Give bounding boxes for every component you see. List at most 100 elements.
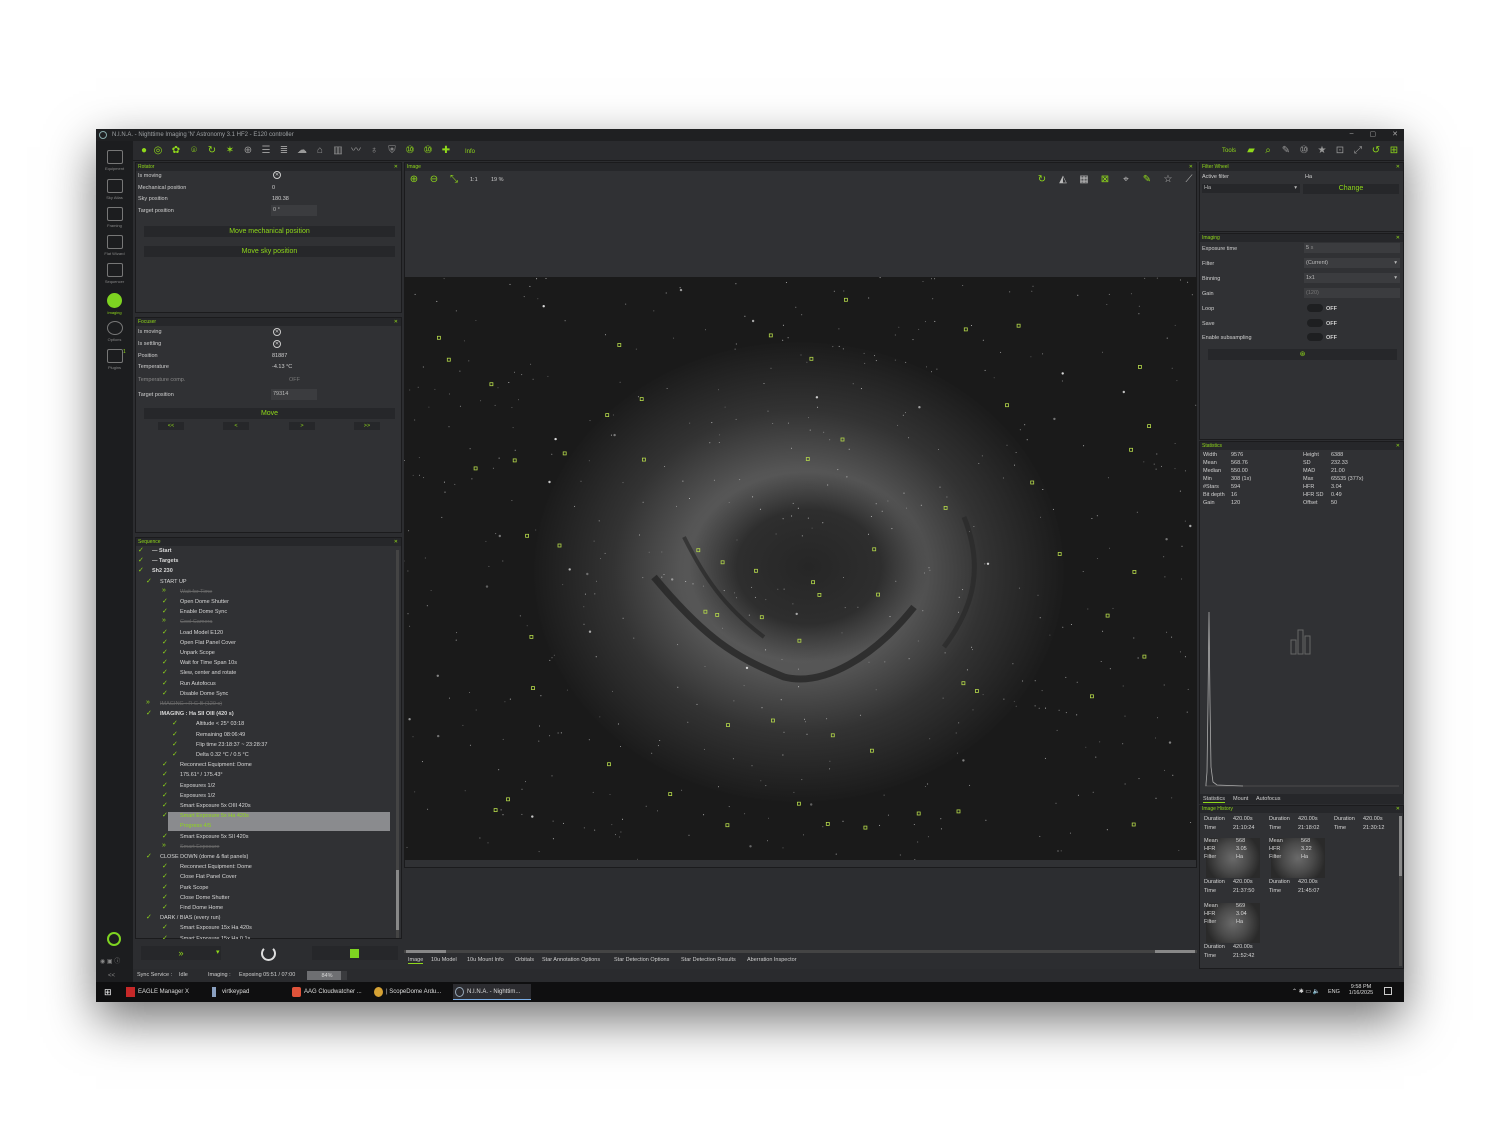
- tab-statistics[interactable]: Statistics: [1203, 796, 1226, 803]
- rotator-tb-icon[interactable]: ↻: [207, 146, 217, 156]
- close-icon[interactable]: ✕: [394, 163, 398, 171]
- connect-all-icon[interactable]: ●: [139, 146, 149, 156]
- sequence-scrollbar[interactable]: [396, 550, 399, 938]
- flip-icon[interactable]: ◭: [1056, 175, 1070, 189]
- tenmicron-b-tb-icon[interactable]: ⑩: [423, 146, 433, 156]
- focuser-temp-comp-toggle[interactable]: OFF: [289, 377, 300, 383]
- sequence-skip-button[interactable]: »: [141, 946, 221, 960]
- sequence-item[interactable]: Cool Camera: [180, 619, 212, 625]
- guide-graph-tb-icon[interactable]: 〰: [351, 146, 361, 156]
- tenmicron-tool-tb-icon[interactable]: ⑩: [1299, 146, 1309, 156]
- history-card[interactable]: Duration 420.00s Time 21:30:12: [1332, 814, 1394, 834]
- tab-star-annotation[interactable]: Star Annotation Options: [542, 957, 600, 963]
- sequence-item[interactable]: Disable Dome Sync: [180, 691, 228, 697]
- filter-wheel-tb-icon[interactable]: ✿: [171, 146, 181, 156]
- grid-icon[interactable]: ▦: [1077, 175, 1091, 189]
- sidebar-item-equipment[interactable]: Equipment: [96, 150, 133, 171]
- sequence-item[interactable]: Smart Exposure 15x Ha 0.1s: [180, 936, 250, 939]
- switch-tb-icon[interactable]: ☰: [261, 146, 271, 156]
- sequence-item[interactable]: Slew, center and rotate: [180, 670, 236, 676]
- language-indicator[interactable]: ENG: [1328, 989, 1340, 995]
- star-detect-icon[interactable]: ⊠: [1098, 175, 1112, 189]
- close-icon[interactable]: ✕: [394, 538, 398, 546]
- filter-select[interactable]: Ha ▾: [1202, 184, 1300, 193]
- history-card[interactable]: Mean 568 HFR 3.05 Filter Ha Duration 420.00s Tim…: [1202, 836, 1264, 899]
- sidebar-item-plugins[interactable]: Plugins 1: [96, 349, 133, 370]
- close-icon[interactable]: ✕: [1189, 163, 1193, 171]
- maximize-icon[interactable]: ▢: [1370, 130, 1377, 138]
- taskbar-app-nina[interactable]: N.I.N.A. - Nighttim...: [453, 984, 531, 1000]
- change-filter-button[interactable]: Change: [1303, 184, 1399, 194]
- capture-button[interactable]: ⊛: [1208, 349, 1397, 360]
- star-tb-icon[interactable]: ★: [1317, 146, 1327, 156]
- loop-toggle[interactable]: [1307, 304, 1323, 312]
- stop-sequence-button[interactable]: [312, 946, 398, 960]
- taskbar-app-virtkeypad[interactable]: virtkeypad: [208, 984, 286, 1000]
- sidebar-item-flat-wizard[interactable]: Flat Wizard: [96, 235, 133, 256]
- clock[interactable]: 9:58 PM 1/16/2025: [1346, 984, 1376, 996]
- tenmicron-a-tb-icon[interactable]: ⑩: [405, 146, 415, 156]
- tab-aberration-inspector[interactable]: Aberration Inspector: [747, 957, 797, 963]
- zoom-1to1-button[interactable]: 1:1: [470, 177, 478, 183]
- close-icon[interactable]: ✕: [394, 318, 398, 326]
- tab-orbitals[interactable]: Orbitals: [515, 957, 534, 963]
- focuser-target-input[interactable]: 79314: [271, 389, 317, 400]
- close-icon[interactable]: ✕: [1396, 442, 1400, 450]
- zoom-in-icon[interactable]: ⊕: [409, 175, 419, 185]
- zoom-out-icon[interactable]: ⊖: [429, 175, 439, 185]
- sequence-item[interactable]: Altitude < 25° 03:18: [196, 721, 244, 727]
- brush-tb-icon[interactable]: ✎: [1281, 146, 1291, 156]
- target-tb-icon[interactable]: ⊡: [1335, 146, 1345, 156]
- close-icon[interactable]: ✕: [1396, 163, 1400, 171]
- close-icon[interactable]: ✕: [1392, 130, 1398, 138]
- imaging-filter-select[interactable]: (Current) ▾: [1304, 258, 1400, 268]
- rotator-target-input[interactable]: 0 °: [271, 205, 317, 216]
- move-sky-button[interactable]: Move sky position: [144, 246, 395, 257]
- sidebar-item-options[interactable]: Options: [96, 321, 133, 342]
- safety-tb-icon[interactable]: ▥: [333, 146, 343, 156]
- bulb-tb-icon[interactable]: ♁: [369, 146, 379, 156]
- sequence-item[interactable]: Load Model E120: [180, 630, 223, 636]
- info-tb-button[interactable]: Info: [459, 146, 481, 156]
- power-icon[interactable]: [107, 932, 121, 946]
- weather-tb-icon[interactable]: ☁: [297, 146, 307, 156]
- notification-icon[interactable]: [1384, 987, 1392, 995]
- tab-star-detection-options[interactable]: Star Detection Options: [614, 957, 669, 963]
- focuser-move-button[interactable]: Move: [144, 408, 395, 419]
- sequence-item[interactable]: Run Autofocus: [180, 681, 216, 687]
- sequence-item[interactable]: START UP: [160, 579, 187, 585]
- sequence-item[interactable]: Unpark Scope: [180, 650, 215, 656]
- flat-panel-tb-icon[interactable]: ≣: [279, 146, 289, 156]
- sequence-item[interactable]: Exposures 1/2: [180, 793, 215, 799]
- sequence-item[interactable]: Exposures 1/2: [180, 783, 215, 789]
- history-card[interactable]: Duration 420.00s Time 21:10:24: [1202, 814, 1264, 834]
- sequence-item[interactable]: Find Dome Home: [180, 905, 223, 911]
- shield-tb-icon[interactable]: ⛨: [387, 146, 397, 156]
- tray-icons[interactable]: ⌃ ✱ ▭ 🔈: [1292, 988, 1320, 995]
- windows-start-icon[interactable]: ⊞: [104, 987, 114, 997]
- tab-image[interactable]: Image: [408, 957, 424, 964]
- crosshair-icon[interactable]: ⌖: [1119, 175, 1133, 189]
- sidebar-item-sequencer[interactable]: Sequencer: [96, 263, 133, 284]
- sequence-item[interactable]: CLOSE DOWN (dome & flat panels): [160, 854, 248, 860]
- sequence-item[interactable]: Progress 4/5: [180, 823, 211, 829]
- focuser-step-out-button[interactable]: >: [289, 422, 315, 430]
- tab-10u-model[interactable]: 10u Model: [431, 957, 457, 963]
- image-hscrollbar[interactable]: [404, 950, 1197, 953]
- save-toggle[interactable]: [1307, 319, 1323, 327]
- search-tb-icon[interactable]: ⌕: [1263, 146, 1273, 156]
- history-card[interactable]: Duration 420.00s Time 21:18:02: [1267, 814, 1329, 834]
- sequence-item[interactable]: Close Flat Panel Cover: [180, 874, 237, 880]
- auto-stretch-icon[interactable]: ↻: [1035, 175, 1049, 189]
- tab-mount[interactable]: Mount: [1233, 796, 1248, 802]
- minimize-icon[interactable]: –: [1350, 130, 1354, 138]
- pencil-tb-icon[interactable]: ▰: [1246, 146, 1256, 156]
- sequence-item[interactable]: 175.61° / 175.43°: [180, 772, 223, 778]
- tab-autofocus[interactable]: Autofocus: [1256, 796, 1280, 802]
- exposure-time-input[interactable]: 5 s: [1304, 243, 1400, 253]
- sequence-item[interactable]: Flip time 23:18:37 ~ 23:28:37: [196, 742, 267, 748]
- history-card[interactable]: Mean 569 HFR 3.04 Filter Ha Duration 420.00s Tim…: [1202, 901, 1264, 964]
- captured-image[interactable]: [404, 277, 1197, 860]
- camera-tb-icon[interactable]: ◎: [153, 146, 163, 156]
- move-mechanical-button[interactable]: Move mechanical position: [144, 226, 395, 237]
